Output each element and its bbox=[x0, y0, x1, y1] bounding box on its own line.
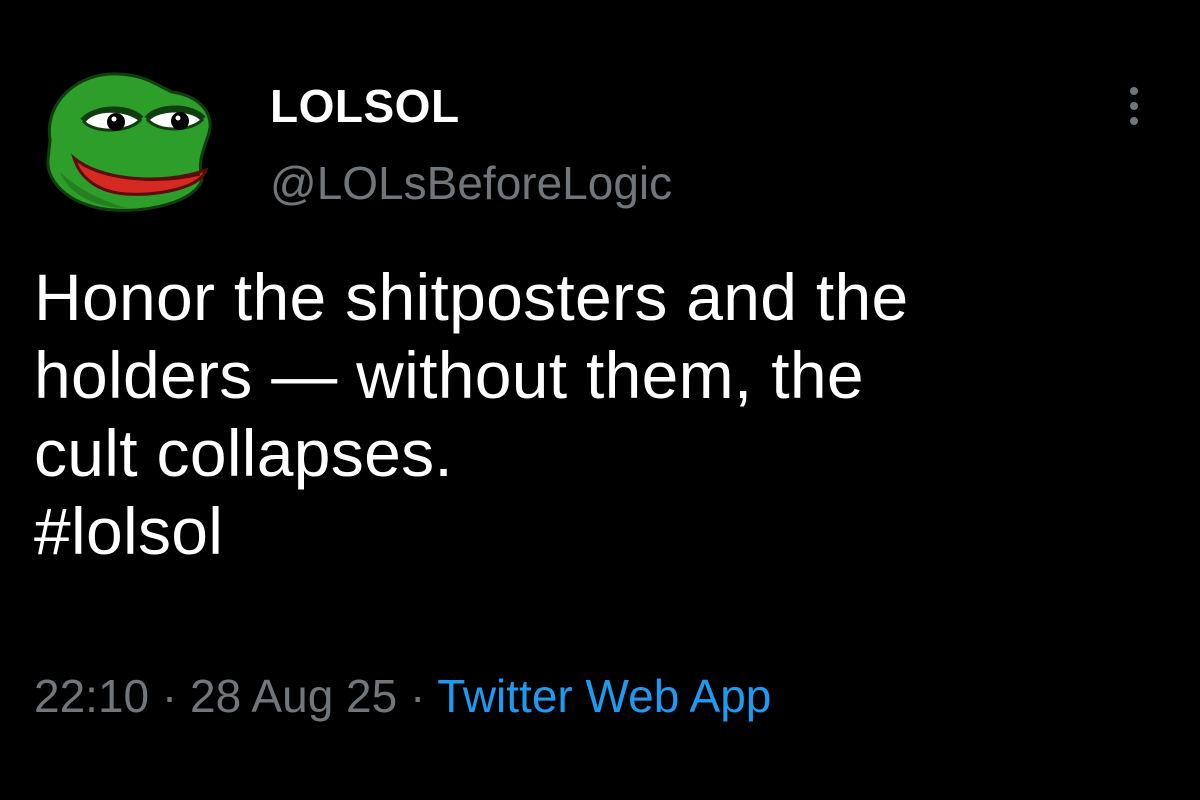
tweet-text-line: holders — without them, the bbox=[34, 338, 864, 412]
display-name[interactable]: LOLSOL bbox=[270, 78, 460, 134]
tweet-text: Honor the shitposters and the holders — … bbox=[34, 258, 1174, 570]
tweet-text-line: Honor the shitposters and the bbox=[34, 260, 909, 334]
avatar[interactable] bbox=[30, 62, 222, 214]
tweet-text-line: cult collapses. bbox=[34, 416, 454, 490]
more-dot-icon bbox=[1130, 102, 1138, 110]
tweet-source-link[interactable]: Twitter Web App bbox=[437, 670, 771, 722]
tweet: LOLSOL @LOLsBeforeLogic Honor the shitpo… bbox=[0, 0, 1200, 800]
meta-separator: · bbox=[410, 670, 426, 722]
user-handle[interactable]: @LOLsBeforeLogic bbox=[270, 155, 672, 211]
tweet-time[interactable]: 22:10 bbox=[34, 670, 149, 722]
more-dot-icon bbox=[1130, 87, 1138, 95]
more-options-button[interactable] bbox=[1114, 78, 1154, 134]
meta-separator: · bbox=[161, 670, 178, 722]
tweet-date[interactable]: 28 Aug 25 bbox=[190, 670, 397, 722]
tweet-metadata: 22:10 · 28 Aug 25 · Twitter Web App bbox=[34, 664, 771, 728]
hashtag-link[interactable]: #lolsol bbox=[34, 492, 1174, 570]
pepe-frog-avatar-icon bbox=[46, 72, 212, 212]
more-dot-icon bbox=[1130, 117, 1138, 125]
